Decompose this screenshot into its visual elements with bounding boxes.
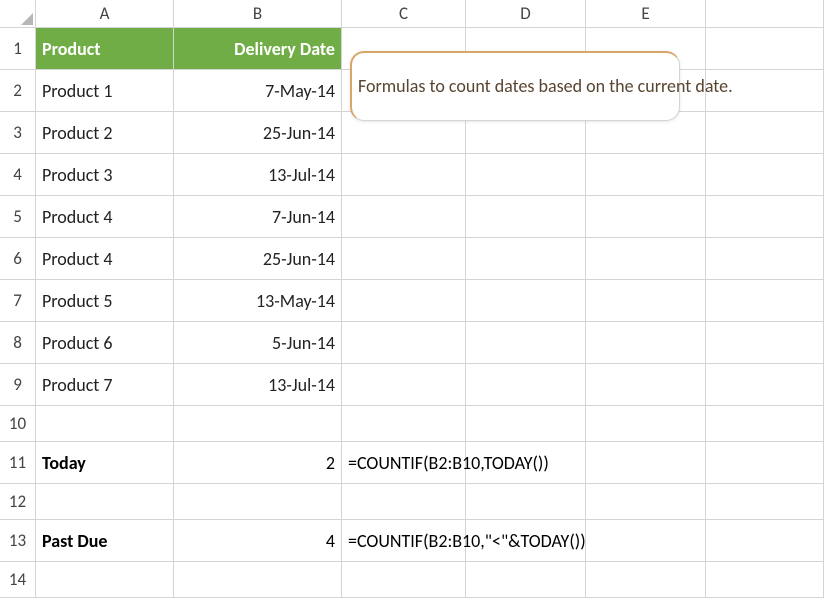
cell-C8[interactable] bbox=[342, 322, 466, 364]
cell-D6[interactable] bbox=[466, 238, 586, 280]
cell-D7[interactable] bbox=[466, 280, 586, 322]
cell-B10[interactable] bbox=[174, 406, 342, 442]
cell-D14[interactable] bbox=[466, 562, 586, 598]
cell-A3[interactable]: Product 2 bbox=[36, 112, 174, 154]
cell-A10[interactable] bbox=[36, 406, 174, 442]
cell-E6[interactable] bbox=[586, 238, 706, 280]
cell-D4[interactable] bbox=[466, 154, 586, 196]
cell-blank-11[interactable] bbox=[706, 442, 824, 484]
cell-blank-1[interactable] bbox=[706, 28, 824, 70]
cell-C10[interactable] bbox=[342, 406, 466, 442]
table-header-product[interactable]: Product bbox=[36, 28, 174, 70]
cell-B5[interactable]: 7-Jun-14 bbox=[174, 196, 342, 238]
row-header-7[interactable]: 7 bbox=[0, 280, 36, 322]
cell-E9[interactable] bbox=[586, 364, 706, 406]
cell-C11-today-formula[interactable]: =COUNTIF(B2:B10,TODAY()) bbox=[342, 442, 466, 484]
cell-C5[interactable] bbox=[342, 196, 466, 238]
cell-A2[interactable]: Product 1 bbox=[36, 70, 174, 112]
cell-A7[interactable]: Product 5 bbox=[36, 280, 174, 322]
cell-B3[interactable]: 25-Jun-14 bbox=[174, 112, 342, 154]
cell-A8[interactable]: Product 6 bbox=[36, 322, 174, 364]
cell-blank-12[interactable] bbox=[706, 484, 824, 520]
cell-C14[interactable] bbox=[342, 562, 466, 598]
col-header-blank[interactable] bbox=[706, 0, 824, 28]
row-header-6[interactable]: 6 bbox=[0, 238, 36, 280]
cell-E4[interactable] bbox=[586, 154, 706, 196]
cell-C4[interactable] bbox=[342, 154, 466, 196]
row-header-14[interactable]: 14 bbox=[0, 562, 36, 598]
col-header-C[interactable]: C bbox=[342, 0, 466, 28]
cell-E12[interactable] bbox=[586, 484, 706, 520]
cell-C12[interactable] bbox=[342, 484, 466, 520]
cell-blank-4[interactable] bbox=[706, 154, 824, 196]
cell-B4[interactable]: 13-Jul-14 bbox=[174, 154, 342, 196]
col-header-A[interactable]: A bbox=[36, 0, 174, 28]
cell-blank-6[interactable] bbox=[706, 238, 824, 280]
cell-blank-10[interactable] bbox=[706, 406, 824, 442]
cell-E11[interactable] bbox=[586, 442, 706, 484]
cell-A14[interactable] bbox=[36, 562, 174, 598]
cell-E8[interactable] bbox=[586, 322, 706, 364]
spreadsheet-grid: A B C D E 1 Product Delivery Date 2 Prod… bbox=[0, 0, 824, 598]
cell-E10[interactable] bbox=[586, 406, 706, 442]
row-header-1[interactable]: 1 bbox=[0, 28, 36, 70]
row-header-13[interactable]: 13 bbox=[0, 520, 36, 562]
cell-blank-7[interactable] bbox=[706, 280, 824, 322]
cell-B14[interactable] bbox=[174, 562, 342, 598]
row-header-3[interactable]: 3 bbox=[0, 112, 36, 154]
cell-C7[interactable] bbox=[342, 280, 466, 322]
cell-B6[interactable]: 25-Jun-14 bbox=[174, 238, 342, 280]
col-header-B[interactable]: B bbox=[174, 0, 342, 28]
cell-blank-8[interactable] bbox=[706, 322, 824, 364]
cell-C13-pastdue-formula[interactable]: =COUNTIF(B2:B10,"<"&TODAY()) bbox=[342, 520, 466, 562]
cell-blank-9[interactable] bbox=[706, 364, 824, 406]
cell-D5[interactable] bbox=[466, 196, 586, 238]
cell-A12[interactable] bbox=[36, 484, 174, 520]
cell-blank-13[interactable] bbox=[706, 520, 824, 562]
cell-B13-pastdue-value[interactable]: 4 bbox=[174, 520, 342, 562]
cell-blank-14[interactable] bbox=[706, 562, 824, 598]
cell-D12[interactable] bbox=[466, 484, 586, 520]
col-header-E[interactable]: E bbox=[586, 0, 706, 28]
row-header-4[interactable]: 4 bbox=[0, 154, 36, 196]
cell-E5[interactable] bbox=[586, 196, 706, 238]
cell-C6[interactable] bbox=[342, 238, 466, 280]
row-header-2[interactable]: 2 bbox=[0, 70, 36, 112]
cell-D10[interactable] bbox=[466, 406, 586, 442]
cell-B8[interactable]: 5-Jun-14 bbox=[174, 322, 342, 364]
cell-A13-pastdue-label[interactable]: Past Due bbox=[36, 520, 174, 562]
cell-blank-5[interactable] bbox=[706, 196, 824, 238]
cell-E14[interactable] bbox=[586, 562, 706, 598]
row-header-5[interactable]: 5 bbox=[0, 196, 36, 238]
row-header-11[interactable]: 11 bbox=[0, 442, 36, 484]
cell-blank-3[interactable] bbox=[706, 112, 824, 154]
cell-C9[interactable] bbox=[342, 364, 466, 406]
cell-D8[interactable] bbox=[466, 322, 586, 364]
cell-B2[interactable]: 7-May-14 bbox=[174, 70, 342, 112]
cell-E13[interactable] bbox=[586, 520, 706, 562]
row-header-12[interactable]: 12 bbox=[0, 484, 36, 520]
cell-E7[interactable] bbox=[586, 280, 706, 322]
cell-D9[interactable] bbox=[466, 364, 586, 406]
cell-A11-today-label[interactable]: Today bbox=[36, 442, 174, 484]
col-header-D[interactable]: D bbox=[466, 0, 586, 28]
cell-A5[interactable]: Product 4 bbox=[36, 196, 174, 238]
cell-A6[interactable]: Product 4 bbox=[36, 238, 174, 280]
annotation-callout: Formulas to count dates based on the cur… bbox=[350, 51, 680, 121]
cell-A4[interactable]: Product 3 bbox=[36, 154, 174, 196]
select-all-corner[interactable] bbox=[0, 0, 36, 28]
cell-B11-today-value[interactable]: 2 bbox=[174, 442, 342, 484]
cell-A9[interactable]: Product 7 bbox=[36, 364, 174, 406]
cell-B12[interactable] bbox=[174, 484, 342, 520]
cell-B9[interactable]: 13-Jul-14 bbox=[174, 364, 342, 406]
row-header-10[interactable]: 10 bbox=[0, 406, 36, 442]
cell-B7[interactable]: 13-May-14 bbox=[174, 280, 342, 322]
row-header-8[interactable]: 8 bbox=[0, 322, 36, 364]
row-header-9[interactable]: 9 bbox=[0, 364, 36, 406]
table-header-delivery-date[interactable]: Delivery Date bbox=[174, 28, 342, 70]
